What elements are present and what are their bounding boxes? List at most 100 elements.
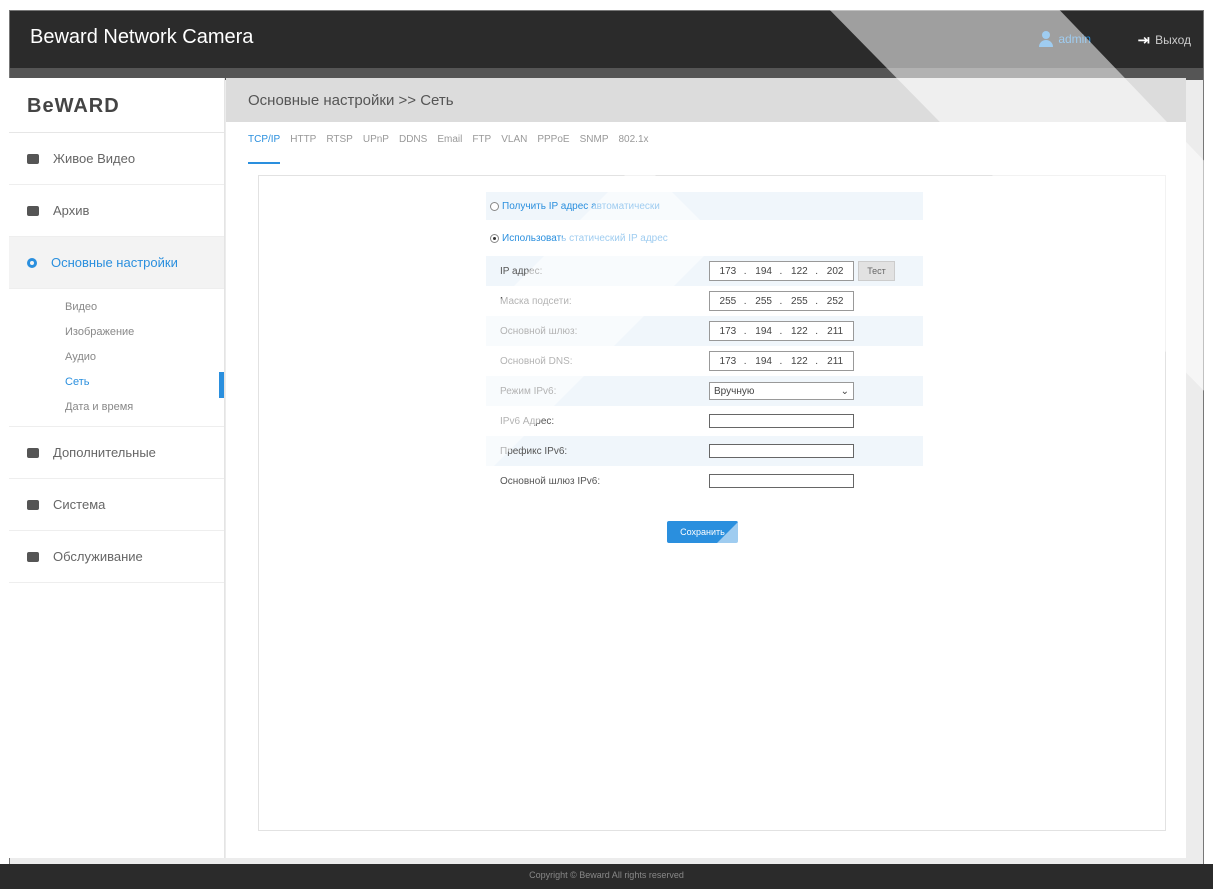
radio-label: Получить IP адрес автоматически — [502, 200, 660, 212]
tab-ftp[interactable]: FTP — [472, 134, 491, 164]
ip-octet[interactable]: 194 — [744, 326, 782, 337]
system-icon — [27, 499, 39, 510]
field-label: Префикс IPv6: — [500, 445, 568, 457]
fields: IP адрес: 173 194 122 202 Тест Маска под… — [486, 256, 923, 496]
dns-input[interactable]: 173 194 122 211 — [709, 351, 854, 371]
mask-input[interactable]: 255 255 255 252 — [709, 291, 854, 311]
ipv6-gateway-input[interactable] — [709, 474, 854, 488]
field-label: Основной DNS: — [500, 355, 573, 367]
sidebar-item-maintenance[interactable]: Обслуживание — [9, 531, 224, 583]
field-dns: Основной DNS: 173 194 122 211 — [486, 346, 923, 376]
field-label: Основной шлюз: — [500, 325, 578, 337]
field-label: IP адрес: — [500, 265, 543, 277]
sidebar-item-label: Архив — [53, 203, 90, 218]
field-label: IPv6 Адрес: — [500, 415, 555, 427]
ip-octet[interactable]: 252 — [815, 296, 853, 307]
logout-label: Выход — [1155, 33, 1191, 47]
field-ipv6-gateway: Основной шлюз IPv6: — [486, 466, 923, 496]
archive-icon — [27, 205, 39, 216]
ip-octet[interactable]: 255 — [780, 296, 818, 307]
ip-octet[interactable]: 255 — [744, 296, 782, 307]
tab-pppoe[interactable]: PPPoE — [537, 134, 569, 164]
tab-upnp[interactable]: UPnP — [363, 134, 389, 164]
ipv6-mode-select[interactable]: Вручную ⌄ — [709, 382, 854, 400]
field-label: Режим IPv6: — [500, 385, 557, 397]
app-title: Beward Network Camera — [30, 26, 254, 48]
sidebar-item-live-video[interactable]: Живое Видео — [9, 133, 224, 185]
tab-tcpip[interactable]: TCP/IP — [248, 134, 281, 164]
radio-auto-ip[interactable]: Получить IP адрес автоматически — [486, 192, 923, 220]
sidebar-item-label: Основные настройки — [51, 255, 178, 270]
camera-icon — [27, 153, 39, 164]
logo: BeWARD — [9, 78, 224, 133]
sidebar-item-label: Система — [53, 497, 106, 512]
gateway-input[interactable]: 173 194 122 211 — [709, 321, 854, 341]
submenu: Видео Изображение Аудио Сеть Дата и врем… — [9, 289, 224, 427]
ip-input[interactable]: 173 194 122 202 — [709, 261, 854, 281]
save-button[interactable]: Сохранить — [667, 521, 738, 543]
top-bar: Beward Network Camera admin ⇥ Выход — [10, 11, 1203, 68]
main-content: Основные настройки >> Сеть TCP/IP HTTP R… — [226, 78, 1186, 858]
settings-panel: Получить IP адрес автоматически Использо… — [258, 175, 1166, 831]
tab-bar: TCP/IP HTTP RTSP UPnP DDNS Email FTP VLA… — [226, 122, 1186, 164]
sidebar-subitem-audio[interactable]: Аудио — [9, 345, 224, 370]
select-value: Вручную — [714, 385, 755, 397]
tcpip-form: Получить IP адрес автоматически Использо… — [486, 192, 923, 496]
sidebar-item-archive[interactable]: Архив — [9, 185, 224, 237]
sidebar-subitem-image[interactable]: Изображение — [9, 320, 224, 345]
sidebar-subitem-network[interactable]: Сеть — [9, 370, 224, 398]
ip-octet[interactable]: 202 — [815, 266, 853, 277]
tab-rtsp[interactable]: RTSP — [326, 134, 353, 164]
sidebar-item-label: Обслуживание — [53, 549, 143, 564]
ip-octet[interactable]: 173 — [710, 356, 746, 367]
logout-button[interactable]: ⇥ Выход — [1138, 31, 1191, 49]
ip-octet[interactable]: 122 — [780, 356, 818, 367]
radio-static-ip[interactable]: Использовать статический IP адрес — [486, 224, 923, 252]
gear-icon — [27, 257, 37, 268]
ip-octet[interactable]: 194 — [744, 356, 782, 367]
ip-octet[interactable]: 173 — [710, 266, 746, 277]
field-gateway: Основной шлюз: 173 194 122 211 — [486, 316, 923, 346]
settings-icon — [27, 447, 39, 458]
tab-ddns[interactable]: DDNS — [399, 134, 427, 164]
radio-button[interactable] — [490, 201, 499, 211]
sidebar-item-system[interactable]: Система — [9, 479, 224, 531]
sidebar-item-label: Дополнительные — [53, 445, 156, 460]
ip-octet[interactable]: 194 — [744, 266, 782, 277]
field-ipv6-mode: Режим IPv6: Вручную ⌄ — [486, 376, 923, 406]
sidebar: BeWARD Живое Видео Архив Основные настро… — [9, 78, 225, 858]
ip-octet[interactable]: 211 — [815, 356, 853, 367]
tab-vlan[interactable]: VLAN — [501, 134, 527, 164]
sidebar-item-basic-settings[interactable]: Основные настройки — [9, 237, 224, 289]
field-ipv6-prefix: Префикс IPv6: — [486, 436, 923, 466]
field-ip: IP адрес: 173 194 122 202 Тест — [486, 256, 923, 286]
sidebar-item-label: Живое Видео — [53, 151, 136, 166]
ipv6-prefix-input[interactable] — [709, 444, 854, 458]
ip-octet[interactable]: 122 — [780, 266, 818, 277]
chevron-down-icon: ⌄ — [840, 385, 849, 397]
field-label: Маска подсети: — [500, 295, 572, 307]
field-mask: Маска подсети: 255 255 255 252 — [486, 286, 923, 316]
test-button[interactable]: Тест — [858, 261, 895, 281]
tab-http[interactable]: HTTP — [290, 134, 316, 164]
tab-8021x[interactable]: 802.1x — [619, 134, 649, 164]
sidebar-subitem-video[interactable]: Видео — [9, 295, 224, 320]
radio-button[interactable] — [490, 233, 499, 243]
user-icon — [1039, 31, 1054, 47]
sidebar-item-advanced[interactable]: Дополнительные — [9, 427, 224, 479]
ip-octet[interactable]: 255 — [710, 296, 746, 307]
maintenance-icon — [27, 551, 39, 562]
sidebar-subitem-datetime[interactable]: Дата и время — [9, 395, 224, 420]
logout-icon: ⇥ — [1137, 32, 1151, 49]
ip-octet[interactable]: 211 — [815, 326, 853, 337]
tab-snmp[interactable]: SNMP — [580, 134, 609, 164]
breadcrumb: Основные настройки >> Сеть — [226, 78, 1186, 122]
user-menu[interactable]: admin — [1039, 31, 1091, 47]
tab-email[interactable]: Email — [437, 134, 462, 164]
ipv6-addr-input[interactable] — [709, 414, 854, 428]
field-ipv6-addr: IPv6 Адрес: — [486, 406, 923, 436]
footer: Copyright © Beward All rights reserved — [0, 864, 1213, 889]
radio-label: Использовать статический IP адрес — [502, 232, 668, 244]
ip-octet[interactable]: 173 — [710, 326, 746, 337]
ip-octet[interactable]: 122 — [780, 326, 818, 337]
